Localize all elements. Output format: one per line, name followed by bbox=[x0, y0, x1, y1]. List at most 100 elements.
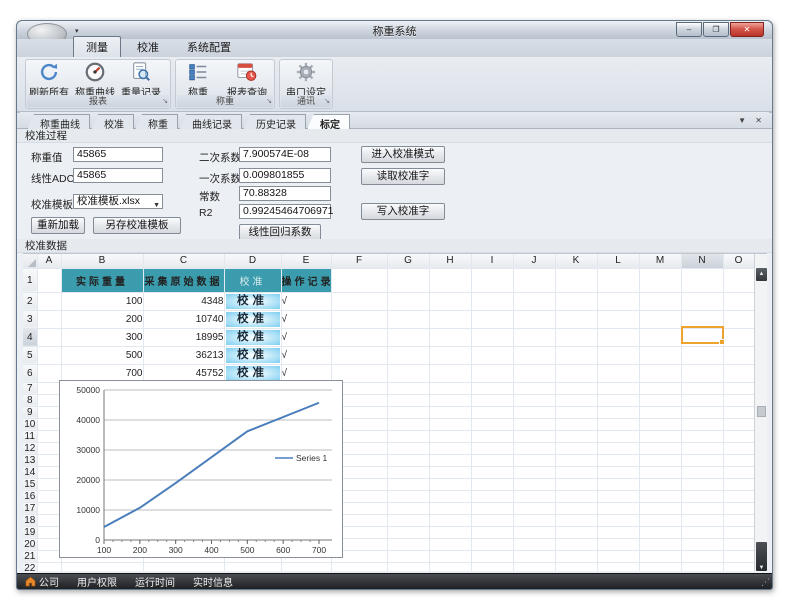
cell-B5[interactable]: 500 bbox=[61, 346, 143, 364]
cell-L6[interactable] bbox=[597, 364, 639, 382]
quick-access-dropdown-icon[interactable]: ▾ bbox=[75, 27, 79, 35]
row-header-13[interactable]: 13 bbox=[23, 454, 37, 466]
write-calibration-word-button[interactable]: 写入校准字 bbox=[361, 203, 445, 220]
cell-K12[interactable] bbox=[555, 442, 597, 454]
cell-O6[interactable] bbox=[723, 364, 754, 382]
cell-J1[interactable] bbox=[513, 268, 555, 292]
cell-O9[interactable] bbox=[723, 406, 754, 418]
column-header-H[interactable]: H bbox=[429, 254, 471, 268]
cell-B1[interactable]: 实际重量 bbox=[61, 268, 143, 292]
cell-H9[interactable] bbox=[429, 406, 471, 418]
scroll-up-icon[interactable]: ▲ bbox=[756, 268, 767, 281]
select-all-corner[interactable] bbox=[23, 254, 37, 268]
cell-C5[interactable]: 36213 bbox=[143, 346, 224, 364]
cell-I22[interactable] bbox=[471, 562, 513, 571]
cell-M8[interactable] bbox=[639, 394, 681, 406]
cell-H3[interactable] bbox=[429, 310, 471, 328]
cell-O11[interactable] bbox=[723, 430, 754, 442]
cell-H8[interactable] bbox=[429, 394, 471, 406]
cell-L1[interactable] bbox=[597, 268, 639, 292]
cell-J12[interactable] bbox=[513, 442, 555, 454]
cell-K6[interactable] bbox=[555, 364, 597, 382]
doc-tab-3[interactable]: 曲线记录 bbox=[179, 114, 242, 129]
cell-G1[interactable] bbox=[387, 268, 429, 292]
cell-J11[interactable] bbox=[513, 430, 555, 442]
cell-I15[interactable] bbox=[471, 478, 513, 490]
cell-O15[interactable] bbox=[723, 478, 754, 490]
cell-A19[interactable] bbox=[37, 526, 61, 538]
cell-H21[interactable] bbox=[429, 550, 471, 562]
cell-K15[interactable] bbox=[555, 478, 597, 490]
cell-N5[interactable] bbox=[681, 346, 723, 364]
cell-I2[interactable] bbox=[471, 292, 513, 310]
cell-A7[interactable] bbox=[37, 382, 61, 394]
cell-I10[interactable] bbox=[471, 418, 513, 430]
close-button[interactable]: ✕ bbox=[730, 22, 764, 37]
cell-K5[interactable] bbox=[555, 346, 597, 364]
refresh-all-button[interactable]: 刷新所有 bbox=[26, 60, 72, 97]
dialog-launcher-icon[interactable]: ↘ bbox=[324, 97, 330, 107]
cell-B2[interactable]: 100 bbox=[61, 292, 143, 310]
cell-F2[interactable] bbox=[331, 292, 387, 310]
row-header-2[interactable]: 2 bbox=[23, 292, 37, 310]
cell-H18[interactable] bbox=[429, 514, 471, 526]
cell-M22[interactable] bbox=[639, 562, 681, 571]
cell-H1[interactable] bbox=[429, 268, 471, 292]
cell-K21[interactable] bbox=[555, 550, 597, 562]
cell-M18[interactable] bbox=[639, 514, 681, 526]
linear-adc-input[interactable]: 45865 bbox=[73, 168, 163, 183]
cell-K14[interactable] bbox=[555, 466, 597, 478]
cell-L9[interactable] bbox=[597, 406, 639, 418]
cell-H13[interactable] bbox=[429, 454, 471, 466]
calibrate-row-button[interactable]: 校准 bbox=[226, 312, 280, 327]
cell-O22[interactable] bbox=[723, 562, 754, 571]
cell-J7[interactable] bbox=[513, 382, 555, 394]
cell-H2[interactable] bbox=[429, 292, 471, 310]
cell-K8[interactable] bbox=[555, 394, 597, 406]
cell-A8[interactable] bbox=[37, 394, 61, 406]
cell-A17[interactable] bbox=[37, 502, 61, 514]
cell-G20[interactable] bbox=[387, 538, 429, 550]
cell-G22[interactable] bbox=[387, 562, 429, 571]
linear-coef-input[interactable]: 0.009801855 bbox=[239, 168, 331, 183]
cell-O20[interactable] bbox=[723, 538, 754, 550]
cell-A3[interactable] bbox=[37, 310, 61, 328]
cell-J14[interactable] bbox=[513, 466, 555, 478]
row-header-10[interactable]: 10 bbox=[23, 418, 37, 430]
cell-A20[interactable] bbox=[37, 538, 61, 550]
cell-O14[interactable] bbox=[723, 466, 754, 478]
cell-O4[interactable] bbox=[723, 328, 754, 346]
cell-I19[interactable] bbox=[471, 526, 513, 538]
cell-I8[interactable] bbox=[471, 394, 513, 406]
cell-I6[interactable] bbox=[471, 364, 513, 382]
cell-D1[interactable]: 校准 bbox=[224, 268, 281, 292]
cell-H16[interactable] bbox=[429, 490, 471, 502]
cell-L16[interactable] bbox=[597, 490, 639, 502]
enter-calibration-mode-button[interactable]: 进入校准模式 bbox=[361, 146, 445, 163]
cell-A4[interactable] bbox=[37, 328, 61, 346]
cell-K19[interactable] bbox=[555, 526, 597, 538]
cell-N22[interactable] bbox=[681, 562, 723, 571]
cell-H19[interactable] bbox=[429, 526, 471, 538]
row-header-22[interactable]: 22 bbox=[23, 562, 37, 571]
cell-M21[interactable] bbox=[639, 550, 681, 562]
cell-K1[interactable] bbox=[555, 268, 597, 292]
cell-H7[interactable] bbox=[429, 382, 471, 394]
cell-H17[interactable] bbox=[429, 502, 471, 514]
cell-M12[interactable] bbox=[639, 442, 681, 454]
cell-G2[interactable] bbox=[387, 292, 429, 310]
cell-D4[interactable]: 校准 bbox=[224, 328, 281, 346]
row-header-16[interactable]: 16 bbox=[23, 490, 37, 502]
cell-C1[interactable]: 采集原始数据 bbox=[143, 268, 224, 292]
cell-I16[interactable] bbox=[471, 490, 513, 502]
cell-L13[interactable] bbox=[597, 454, 639, 466]
cell-N7[interactable] bbox=[681, 382, 723, 394]
cell-O18[interactable] bbox=[723, 514, 754, 526]
cell-K18[interactable] bbox=[555, 514, 597, 526]
calibrate-row-button[interactable]: 校准 bbox=[226, 348, 280, 363]
cell-L19[interactable] bbox=[597, 526, 639, 538]
cell-F22[interactable] bbox=[331, 562, 387, 571]
cell-O16[interactable] bbox=[723, 490, 754, 502]
cell-J6[interactable] bbox=[513, 364, 555, 382]
cell-G18[interactable] bbox=[387, 514, 429, 526]
